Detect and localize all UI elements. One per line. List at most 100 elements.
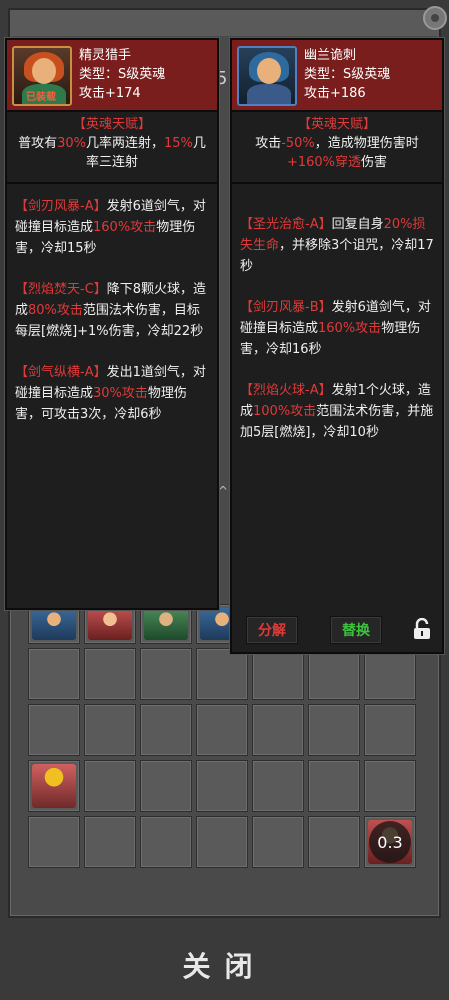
decompose-button[interactable]: 分解 [246,616,298,644]
inventory-slot[interactable] [28,760,80,812]
inventory-slot[interactable] [84,648,136,700]
inventory-slot[interactable] [84,760,136,812]
hero-thumbnail [88,608,132,640]
inventory-slot[interactable] [140,648,192,700]
replace-button[interactable]: 替换 [330,616,382,644]
skill-highlight: 30%攻击 [93,386,148,401]
hero-avatar: 已装载 [12,46,72,106]
skill-name: 【烈焰火球-A】 [240,383,332,398]
talent-section: 【英魂天赋】 攻击-50%，造成物理伤害时 +160%穿透伤害 [232,112,442,184]
inventory-slot[interactable] [84,704,136,756]
hero-thumbnail [144,608,188,640]
grid-row [28,760,420,812]
hero-card-right: 幽兰诡刺 类型：S级英魂 攻击+186 【英魂天赋】 攻击-50%，造成物理伤害… [230,38,444,654]
avatar-face [32,58,56,84]
inventory-slot[interactable] [308,648,360,700]
talent-text-part: 伤害 [361,155,388,170]
inventory-slot[interactable] [196,648,248,700]
grid-row [28,704,420,756]
hero-info: 精灵猎手 类型：S级英魂 攻击+174 [79,46,165,103]
inventory-slot[interactable] [252,760,304,812]
talent-highlight: 15% [164,136,193,151]
card-header: 已装载 精灵猎手 类型：S级英魂 攻击+174 [7,40,217,112]
talent-section: 【英魂天赋】 普攻有30%几率两连射，15%几率三连射 [7,112,217,184]
scroll-up-arrow-icon[interactable]: ^ [218,484,228,498]
inventory-slot[interactable] [308,760,360,812]
inventory-slot[interactable] [28,816,80,868]
hero-thumbnail [32,764,76,808]
inventory-slot[interactable] [28,704,80,756]
hero-name: 幽兰诡刺 [304,48,357,63]
hero-attack: 攻击+174 [79,86,141,101]
talent-highlight: 30% [57,136,86,151]
hero-card-left: 已装载 精灵猎手 类型：S级英魂 攻击+174 【英魂天赋】 普攻有30%几率两… [5,38,219,610]
skill-list: 【剑刃风暴-A】发射6道剑气，对碰撞目标造成160%攻击物理伤害，冷却15秒 【… [7,184,217,425]
inventory-slot[interactable] [196,816,248,868]
inventory-slot[interactable] [252,816,304,868]
hero-attack: 攻击+186 [304,86,366,101]
cooldown-overlay: 0.3 [369,821,411,863]
skill-highlight: 100%攻击 [253,404,317,419]
skill-name: 【剑刃风暴-A】 [15,199,107,214]
skill-text: 回复自身 [331,217,384,232]
inventory-slot[interactable] [140,816,192,868]
inventory-slot[interactable] [308,704,360,756]
talent-highlight: +160%穿透 [286,155,362,170]
skill-entry: 【剑刃风暴-A】发射6道剑气，对碰撞目标造成160%攻击物理伤害，冷却15秒 [15,196,209,259]
inventory-slot[interactable] [308,816,360,868]
talent-text-part: 几率两连射， [85,136,164,151]
hero-type: 类型：S级英魂 [304,67,391,82]
skill-highlight: 160%攻击 [93,220,157,235]
hero-info: 幽兰诡刺 类型：S级英魂 攻击+186 [304,46,390,103]
card-header: 幽兰诡刺 类型：S级英魂 攻击+186 [232,40,442,112]
inventory-slot[interactable]: 0.3 [364,816,416,868]
settings-gear-icon[interactable] [423,6,447,30]
avatar-face [257,58,281,84]
inventory-slot[interactable] [28,648,80,700]
skill-name: 【烈焰焚天-C】 [15,282,107,297]
equipped-badge: 已装载 [26,92,56,103]
talent-text-part: ，造成物理伤害时 [314,136,419,151]
card-actions: 分解 替换 [242,616,438,646]
inventory-slot[interactable] [140,704,192,756]
skill-name: 【剑气纵横-A】 [15,365,107,380]
hero-avatar [237,46,297,106]
skill-entry: 【烈焰火球-A】发射1个火球，造成100%攻击范围法术伤害，并施加5层[燃烧]，… [240,380,434,443]
skill-list: 【圣光治愈-A】回复自身20%损失生命，并移除3个诅咒，冷却17秒 【剑刃风暴-… [232,184,442,443]
inventory-slot[interactable] [84,604,136,644]
talent-title: 【英魂天赋】 [72,117,151,132]
hero-name: 精灵猎手 [79,48,132,63]
hero-thumbnail [32,608,76,640]
skill-name: 【剑刃风暴-B】 [240,300,332,315]
inventory-slot[interactable] [84,816,136,868]
skill-name: 【圣光治愈-A】 [240,217,332,232]
inventory-slot[interactable] [196,760,248,812]
inventory-slot[interactable] [364,648,416,700]
inventory-slot[interactable] [28,604,80,644]
inventory-slot[interactable] [364,760,416,812]
inventory-header-strip [10,10,439,36]
inventory-slot[interactable] [140,760,192,812]
unlock-icon[interactable] [412,618,432,640]
inventory-slot[interactable] [252,648,304,700]
skill-highlight: 160%攻击 [318,321,382,336]
skill-entry: 【剑气纵横-A】发出1道剑气，对碰撞目标造成30%攻击物理伤害，可攻击3次，冷却… [15,362,209,425]
talent-text: 普攻有30%几率两连射，15%几率三连射 [7,134,217,172]
talent-highlight: -50% [281,136,315,151]
close-button[interactable]: 关闭 [0,935,449,995]
skill-entry: 【烈焰焚天-C】降下8颗火球，造成80%攻击范围法术伤害，目标每层[燃烧]+1%… [15,279,209,342]
inventory-slot[interactable] [364,704,416,756]
talent-text-part: 普攻有 [18,136,58,151]
inventory-slot[interactable] [140,604,192,644]
avatar-body [247,84,291,104]
grid-row [28,648,420,700]
skill-highlight: 80%攻击 [28,303,83,318]
hero-type: 类型：S级英魂 [79,67,166,82]
talent-title: 【英魂天赋】 [297,117,376,132]
talent-text-part: 攻击 [255,136,282,151]
inventory-slot[interactable] [252,704,304,756]
inventory-slot[interactable] [196,704,248,756]
talent-text: 攻击-50%，造成物理伤害时 +160%穿透伤害 [232,134,442,172]
skill-entry: 【剑刃风暴-B】发射6道剑气，对碰撞目标造成160%攻击物理伤害，冷却16秒 [240,297,434,360]
skill-entry: 【圣光治愈-A】回复自身20%损失生命，并移除3个诅咒，冷却17秒 [240,214,434,277]
